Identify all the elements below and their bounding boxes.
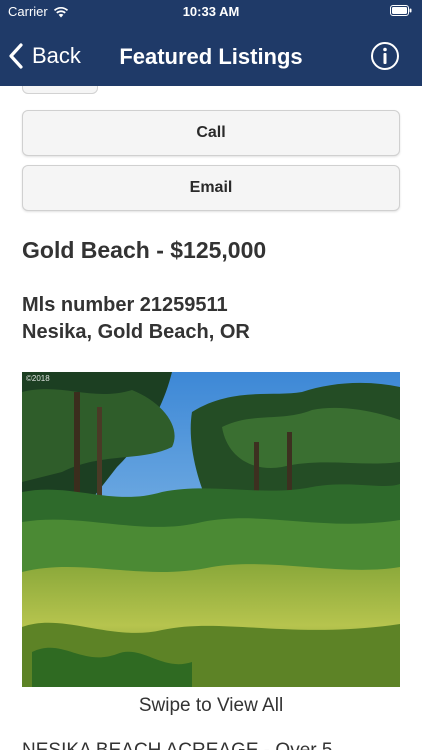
navigation-bar: Back Featured Listings (0, 30, 422, 82)
mls-number: Mls number 21259511 (22, 294, 228, 316)
status-bar: Carrier 10:33 AM (0, 0, 422, 22)
listing-title: Gold Beach - $125,000 (22, 237, 267, 263)
swipe-hint: Swipe to View All (138, 695, 284, 716)
status-time: 10:33 AM (182, 4, 240, 19)
listing-detail-content[interactable]: Call Email Gold Beach - $125,000 Mls num… (0, 86, 422, 750)
page-title: Featured Listings (119, 44, 303, 69)
listing-location: Nesika, Gold Beach, OR (22, 321, 250, 343)
call-button[interactable]: Call (22, 110, 400, 156)
photo-watermark: ©2018 (26, 374, 50, 383)
info-icon[interactable] (370, 41, 400, 71)
battery-icon (390, 5, 412, 16)
partially-scrolled-button[interactable] (22, 86, 98, 94)
photo-landscape-image (22, 372, 400, 687)
listing-description: NESIKA BEACH ACREAGE - Over 5 (22, 740, 332, 750)
listing-photo[interactable]: ©2018 (22, 372, 400, 687)
email-button[interactable]: Email (22, 165, 400, 211)
